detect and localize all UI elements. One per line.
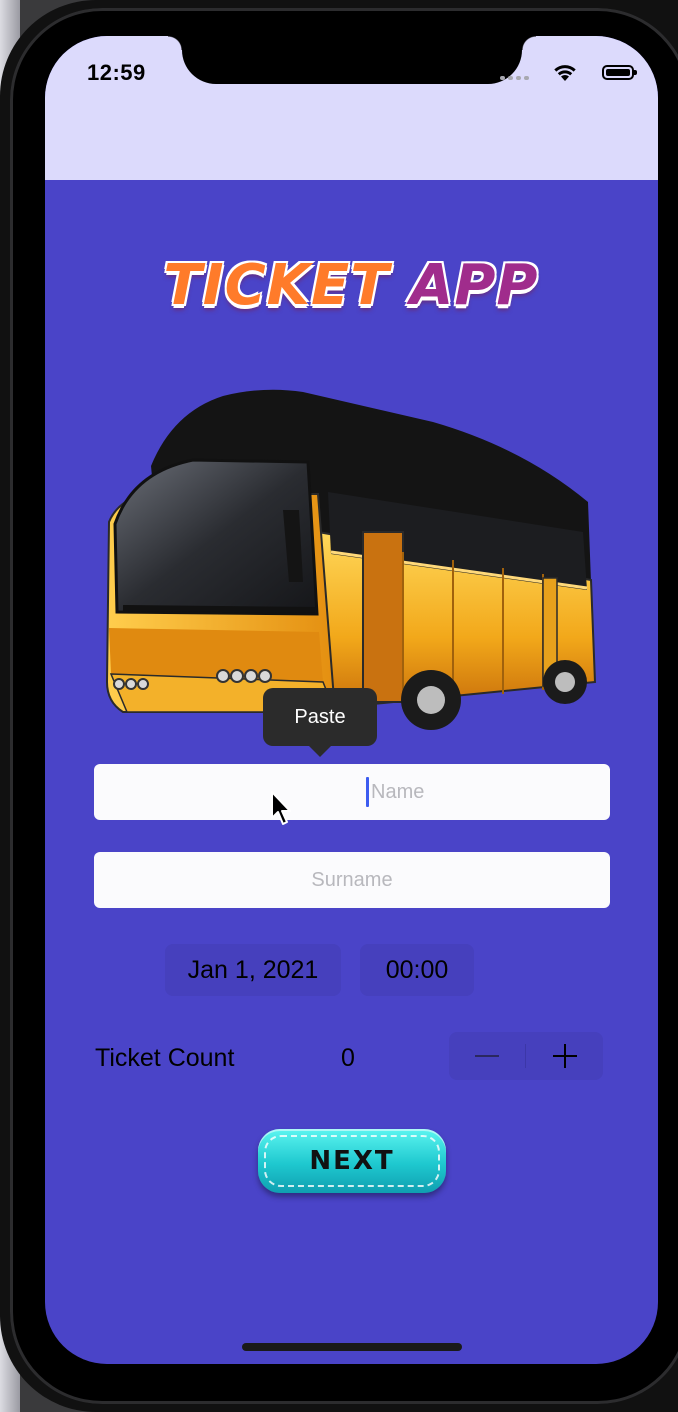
status-bar: 12:59	[45, 36, 658, 180]
ticket-count-value: 0	[341, 1044, 355, 1072]
status-time: 12:59	[87, 60, 146, 85]
ticket-count-stepper[interactable]	[449, 1032, 603, 1080]
paste-menu-button[interactable]: Paste	[263, 688, 377, 757]
next-button[interactable]: NEXT	[258, 1129, 446, 1193]
name-placeholder: Name	[371, 781, 425, 803]
time-picker[interactable]: 00:00	[360, 944, 474, 996]
app-logo: TICKET APP	[141, 246, 561, 326]
minus-icon[interactable]	[449, 1032, 525, 1080]
surname-placeholder: Surname	[311, 869, 393, 891]
home-indicator[interactable]	[242, 1343, 462, 1351]
battery-icon	[602, 65, 637, 80]
wifi-icon	[554, 65, 576, 81]
ticket-count-label: Ticket Count	[95, 1044, 235, 1072]
mouse-cursor-icon	[271, 791, 291, 825]
device-notch	[168, 36, 536, 84]
date-picker[interactable]: Jan 1, 2021	[165, 944, 341, 996]
bus-image	[105, 389, 597, 730]
next-button-label: NEXT	[309, 1146, 395, 1176]
text-caret	[366, 777, 369, 807]
logo-app-text: APP	[410, 253, 539, 318]
surname-input[interactable]: Surname	[94, 852, 610, 908]
app-screen: 12:59 TICKET APP Name Paste Surname Jan …	[45, 36, 658, 1364]
name-input[interactable]: Name	[94, 764, 610, 820]
signal-dots-icon	[500, 74, 534, 80]
plus-icon[interactable]	[526, 1032, 603, 1080]
logo-ticket-text: TICKET	[163, 253, 390, 318]
